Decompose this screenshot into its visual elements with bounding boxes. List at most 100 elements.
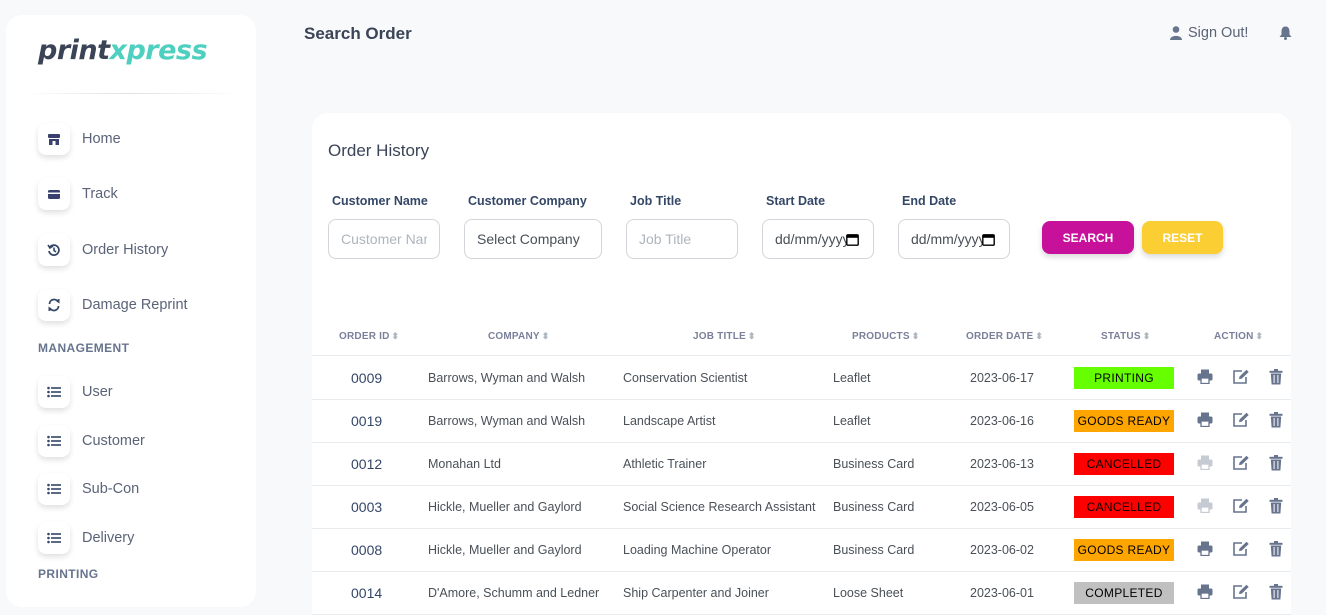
bell-icon[interactable]: [1279, 26, 1292, 45]
sort-icon: ⬍: [541, 331, 550, 341]
table-row[interactable]: 0003 Hickle, Mueller and Gaylord Social …: [312, 486, 1291, 529]
print-icon[interactable]: [1197, 541, 1213, 561]
job-title-cell: Loading Machine Operator: [623, 543, 772, 557]
job-title-cell: Landscape Artist: [623, 414, 716, 428]
sidebar-item-track[interactable]: Track: [38, 178, 118, 210]
sidebar: printxpress Home Track Order History Dam…: [6, 15, 256, 607]
reset-button[interactable]: RESET: [1142, 221, 1223, 254]
sidebar-item-label: Customer: [82, 433, 145, 449]
job-title-cell: Social Science Research Assistant: [623, 500, 816, 514]
table-row[interactable]: 0008 Hickle, Mueller and Gaylord Loading…: [312, 529, 1291, 572]
print-icon[interactable]: [1197, 455, 1213, 475]
header-order-date[interactable]: ORDER DATE ⬍: [966, 331, 1043, 342]
sidebar-item-label: Sub-Con: [82, 481, 140, 497]
print-icon[interactable]: [1197, 498, 1213, 518]
trash-icon[interactable]: [1269, 541, 1283, 562]
sidebar-item-order-history[interactable]: Order History: [38, 234, 168, 266]
print-icon[interactable]: [1197, 412, 1213, 432]
brand-part2: xpress: [109, 35, 208, 66]
edit-icon[interactable]: [1232, 455, 1250, 476]
start-date-value: dd/mm/yyyy: [775, 231, 847, 247]
list-icon: [38, 522, 70, 554]
company-cell: Hickle, Mueller and Gaylord: [428, 543, 582, 557]
sidebar-item-label: User: [82, 384, 113, 400]
section-title-management: MANAGEMENT: [38, 341, 130, 355]
table-row[interactable]: 0009 Barrows, Wyman and Walsh Conservati…: [312, 357, 1291, 400]
customer-name-input[interactable]: [328, 219, 440, 259]
job-title-input[interactable]: [626, 219, 738, 259]
sort-icon: ⬍: [1035, 331, 1044, 341]
order-history-card: Order History Customer Name Customer Com…: [312, 113, 1291, 615]
sidebar-item-user[interactable]: User: [38, 376, 113, 408]
company-cell: Barrows, Wyman and Walsh: [428, 371, 586, 385]
status-badge: GOODS READY: [1074, 539, 1174, 561]
company-cell: Monahan Ltd: [428, 457, 501, 471]
trash-icon[interactable]: [1269, 455, 1283, 476]
search-button[interactable]: SEARCH: [1042, 221, 1134, 254]
brand-logo[interactable]: printxpress: [38, 35, 208, 66]
edit-icon[interactable]: [1232, 369, 1250, 390]
company-cell: Hickle, Mueller and Gaylord: [428, 500, 582, 514]
edit-icon[interactable]: [1232, 584, 1250, 605]
status-badge: CANCELLED: [1074, 496, 1174, 518]
sidebar-item-customer[interactable]: Customer: [38, 425, 145, 457]
trash-icon[interactable]: [1269, 369, 1283, 390]
products-cell: Business Card: [833, 500, 915, 514]
header-label: COMPANY: [488, 331, 540, 342]
header-action[interactable]: ACTION ⬍: [1214, 331, 1263, 342]
start-date-label: Start Date: [766, 194, 826, 208]
sidebar-item-label: Delivery: [82, 530, 135, 546]
user-icon: [1170, 26, 1182, 40]
list-icon: [38, 425, 70, 457]
logo-divider: [22, 93, 240, 94]
start-date-input[interactable]: dd/mm/yyyy: [762, 219, 874, 259]
order-date-cell: 2023-06-01: [970, 586, 1034, 600]
order-date-cell: 2023-06-02: [970, 543, 1034, 557]
header-label: STATUS: [1101, 331, 1141, 342]
table-row[interactable]: 0014 D'Amore, Schumm and Ledner Ship Car…: [312, 572, 1291, 615]
order-date-cell: 2023-06-05: [970, 500, 1034, 514]
header-products[interactable]: PRODUCTS ⬍: [852, 331, 919, 342]
table-row[interactable]: 0019 Barrows, Wyman and Walsh Landscape …: [312, 400, 1291, 443]
job-title-cell: Conservation Scientist: [623, 371, 748, 385]
edit-icon[interactable]: [1232, 412, 1250, 433]
header-label: ORDER ID: [339, 331, 390, 342]
company-select[interactable]: Select Company: [464, 219, 602, 259]
header-label: ACTION: [1214, 331, 1254, 342]
company-cell: D'Amore, Schumm and Ledner: [428, 586, 600, 600]
sign-out-link[interactable]: Sign Out!: [1170, 25, 1248, 41]
trash-icon[interactable]: [1269, 584, 1283, 605]
list-icon: [38, 376, 70, 408]
header-order-id[interactable]: ORDER ID ⬍: [339, 331, 399, 342]
calendar-icon[interactable]: [846, 233, 859, 246]
company-cell: Barrows, Wyman and Walsh: [428, 414, 586, 428]
sort-icon: ⬍: [1142, 331, 1151, 341]
sort-icon: ⬍: [747, 331, 756, 341]
sidebar-item-label: Order History: [82, 242, 169, 258]
print-icon[interactable]: [1197, 369, 1213, 389]
status-badge: PRINTING: [1074, 367, 1174, 389]
edit-icon[interactable]: [1232, 541, 1250, 562]
print-icon[interactable]: [1197, 584, 1213, 604]
page-title: Search Order: [304, 24, 412, 43]
end-date-input[interactable]: dd/mm/yyyy: [898, 219, 1010, 259]
sort-icon: ⬍: [391, 331, 400, 341]
calendar-icon[interactable]: [982, 233, 995, 246]
trash-icon[interactable]: [1269, 412, 1283, 433]
header-status[interactable]: STATUS ⬍: [1101, 331, 1150, 342]
sidebar-item-home[interactable]: Home: [38, 123, 121, 155]
order-id-cell: 0012: [351, 456, 383, 472]
products-cell: Leaflet: [833, 371, 871, 385]
status-badge: COMPLETED: [1074, 582, 1174, 604]
edit-icon[interactable]: [1232, 498, 1250, 519]
table-row[interactable]: 0012 Monahan Ltd Athletic Trainer Busine…: [312, 443, 1291, 486]
trash-icon[interactable]: [1269, 498, 1283, 519]
sidebar-item-delivery[interactable]: Delivery: [38, 522, 134, 554]
section-title-printing: PRINTING: [38, 567, 99, 581]
header-job-title[interactable]: JOB TITLE ⬍: [693, 331, 756, 342]
sidebar-item-sub-con[interactable]: Sub-Con: [38, 473, 139, 505]
products-cell: Loose Sheet: [833, 586, 904, 600]
sidebar-item-damage-reprint[interactable]: Damage Reprint: [38, 289, 188, 321]
company-select-value: Select Company: [477, 231, 580, 247]
header-company[interactable]: COMPANY ⬍: [488, 331, 550, 342]
